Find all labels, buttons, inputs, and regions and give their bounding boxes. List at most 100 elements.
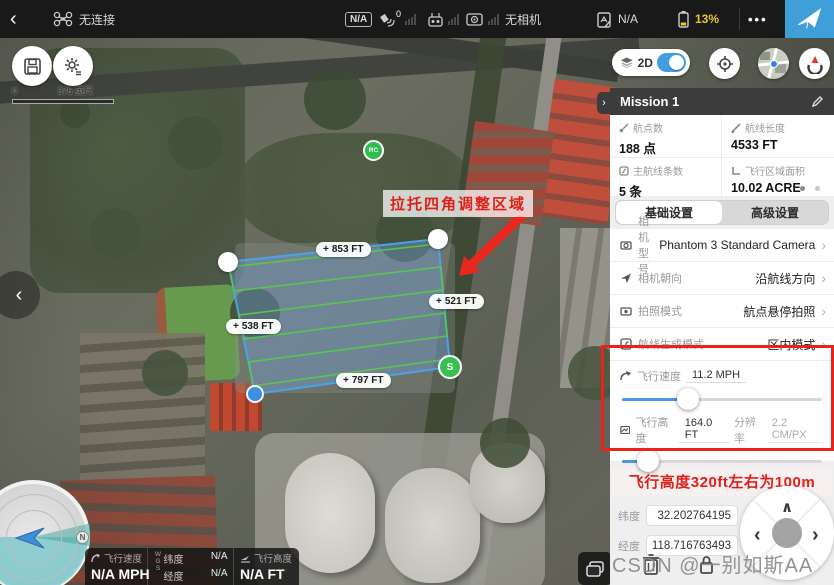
- polygon-handle-top-right[interactable]: [428, 229, 448, 249]
- map-type-button[interactable]: [578, 552, 612, 585]
- plus-icon: +: [436, 296, 442, 307]
- compass-north-badge: N: [76, 531, 89, 544]
- speed-slider-thumb[interactable]: [677, 388, 699, 410]
- photo-mode-icon: [620, 305, 632, 317]
- edge-distance-label: +797 FT: [336, 373, 391, 388]
- scale-zero: 0: [12, 86, 17, 96]
- mission-header: Mission 1: [610, 88, 834, 115]
- flight-sliders: 飞行速度 11.2 MPH 飞行高度 164.0 FT 分辨率 2.2 CM/P…: [610, 361, 834, 461]
- scale-bar: [12, 99, 114, 104]
- map-scale: 0 375 英尺: [12, 84, 114, 104]
- layers-icon: [620, 56, 634, 69]
- compass-icon: [805, 54, 825, 74]
- checklist-icon: [596, 11, 613, 28]
- plus-icon: +: [233, 321, 239, 332]
- speed-value[interactable]: 11.2 MPH: [686, 369, 746, 383]
- battery-status[interactable]: 13%: [676, 0, 719, 38]
- airplane-icon: [797, 8, 823, 30]
- minimap-button[interactable]: [758, 48, 789, 79]
- area-icon: [731, 166, 741, 176]
- edge-distance-label: +853 FT: [316, 242, 371, 257]
- chevron-right-icon: ›: [821, 336, 826, 352]
- row-photo-mode[interactable]: 拍照模式 航点悬停拍照 ›: [610, 295, 834, 328]
- resolution-value: 2.2 CM/PX: [768, 417, 822, 443]
- telemetry-statusbar: 飞行速度 N/A MPH WGS 纬度N/A 经度N/A 飞行高度 N/A FT: [85, 548, 299, 585]
- stats-page-dots[interactable]: [800, 186, 820, 191]
- altitude-slider[interactable]: [622, 460, 822, 463]
- dpad-center-button[interactable]: [772, 518, 802, 548]
- locate-me-button[interactable]: [709, 48, 740, 79]
- heading-icon: [620, 272, 632, 284]
- route-length-icon: [731, 123, 741, 133]
- flight-altitude-icon: [620, 424, 630, 436]
- locate-icon: [716, 55, 734, 73]
- map-mode-pill[interactable]: 2D: [612, 49, 690, 76]
- mode-toggle[interactable]: [657, 53, 686, 72]
- save-icon: [23, 57, 42, 76]
- flight-speed-icon: [620, 370, 632, 382]
- altitude-slider-thumb[interactable]: [637, 450, 659, 472]
- satellite-icon: [378, 11, 395, 27]
- takeoff-button[interactable]: [785, 0, 834, 38]
- gps-mode-badge: N/A: [345, 0, 372, 38]
- compass-reset-button[interactable]: [799, 48, 830, 79]
- speed-slider[interactable]: [622, 398, 822, 401]
- panel-collapse-handle[interactable]: ›: [597, 92, 611, 114]
- polygon-handle-bottom-left[interactable]: [246, 385, 264, 403]
- altitude-value[interactable]: 164.0 FT: [679, 417, 729, 443]
- camera-status: 无相机: [505, 0, 541, 38]
- row-route-mode[interactable]: 航线生成模式 区内模式 ›: [610, 328, 834, 361]
- battery-icon: [676, 10, 691, 28]
- map-mode-label: 2D: [638, 56, 653, 70]
- signal-bars: [405, 0, 416, 38]
- stat-route-length: 航线长度 4533 FT: [722, 115, 834, 158]
- telemetry-speed: 飞行速度 N/A MPH: [85, 548, 147, 585]
- altitude-slider-header: 飞行高度 164.0 FT 分辨率 2.2 CM/PX: [620, 414, 824, 446]
- drone-status: 无连接: [53, 0, 115, 38]
- plus-icon: +: [343, 375, 349, 386]
- dpad-up-button[interactable]: ∧: [781, 498, 793, 516]
- satellite-status: 0: [378, 0, 401, 38]
- edge-distance-label: +538 FT: [226, 319, 281, 334]
- row-camera-model[interactable]: 相机型号 Phantom 3 Standard Camera ›: [610, 229, 834, 262]
- settings-rows: 相机型号 Phantom 3 Standard Camera › 相机朝向 沿航…: [610, 229, 834, 361]
- page-dot[interactable]: [815, 186, 820, 191]
- route-mode-icon: [620, 338, 632, 350]
- scale-distance: 375 英尺: [58, 86, 94, 96]
- camera-icon: [620, 239, 632, 251]
- aircraft-arrow-icon: [14, 526, 48, 550]
- chevron-left-icon: ‹: [16, 284, 23, 307]
- gear-icon: [63, 56, 83, 76]
- stat-area: 飞行区域面积 10.02 ACRE: [722, 158, 834, 200]
- camera-icon: [466, 12, 483, 26]
- watermark: CSDN @一别如斯AA: [612, 549, 834, 578]
- more-menu-button[interactable]: •••: [748, 0, 768, 38]
- mission-settings-button[interactable]: [53, 46, 93, 86]
- attitude-compass-widget: N: [0, 480, 90, 585]
- toggle-knob: [669, 55, 684, 70]
- back-button[interactable]: ‹: [10, 0, 17, 38]
- telemetry-altitude: 飞行高度 N/A FT: [233, 548, 299, 585]
- wgs-label: WGS: [154, 551, 161, 585]
- tab-advanced-settings[interactable]: 高级设置: [722, 201, 828, 224]
- polygon-handle-top-left[interactable]: [218, 252, 238, 272]
- signal-bars: [488, 0, 499, 38]
- dpad-right-button[interactable]: ›: [812, 524, 819, 547]
- camera-signal: [466, 0, 483, 38]
- latitude-input[interactable]: 32.202764195: [646, 505, 738, 526]
- mission-stats: 航点数 188 点 航线长度 4533 FT 主航线条数 5 条 飞行区域面积 …: [610, 115, 834, 196]
- tab-basic-settings[interactable]: 基础设置: [616, 201, 722, 224]
- rc-location-marker: RC: [363, 140, 384, 161]
- chevron-right-icon: ›: [821, 270, 826, 286]
- drone-icon: [53, 11, 73, 27]
- dpad-left-button[interactable]: ‹: [754, 524, 761, 547]
- chevron-right-icon: ›: [821, 303, 826, 319]
- remote-controller-status: [427, 0, 444, 38]
- edit-pencil-icon[interactable]: [811, 95, 824, 108]
- speed-slider-header: 飞行速度 11.2 MPH: [620, 368, 824, 384]
- page-dot-active[interactable]: [800, 186, 805, 191]
- checklist-status[interactable]: N/A: [596, 0, 638, 38]
- polygon-start-handle[interactable]: S: [438, 355, 462, 379]
- save-mission-button[interactable]: [12, 46, 52, 86]
- waypoint-icon: [619, 123, 629, 133]
